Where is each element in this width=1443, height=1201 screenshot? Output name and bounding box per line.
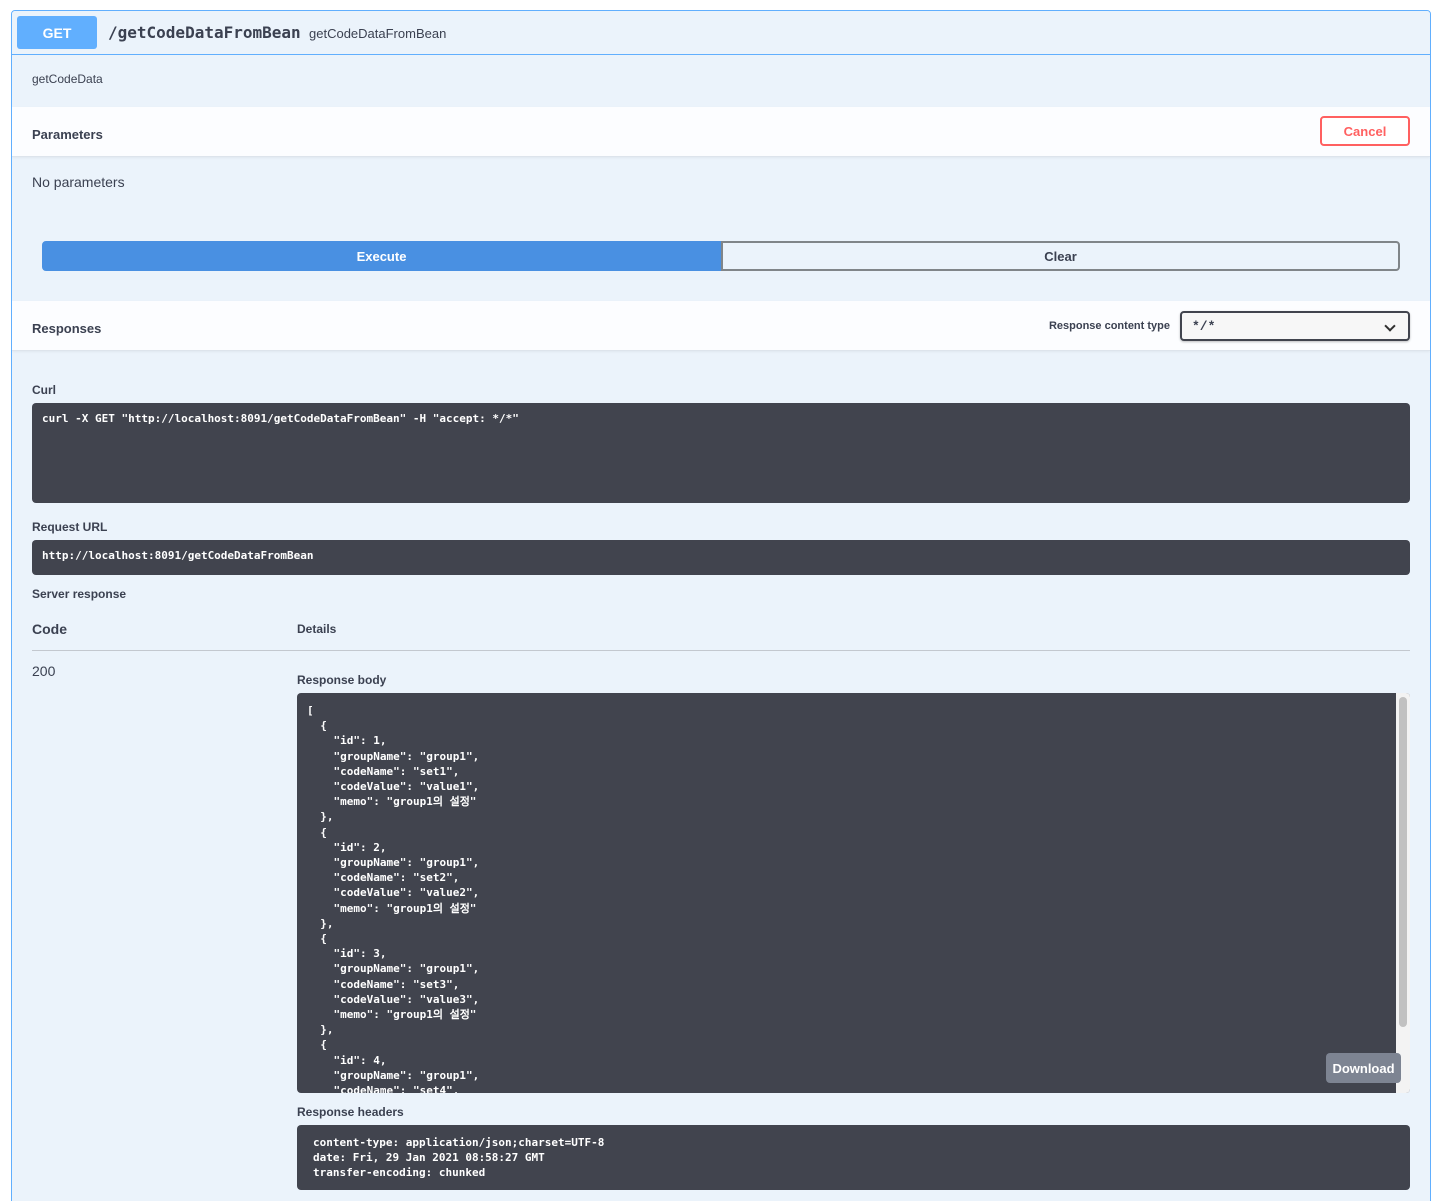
clear-button[interactable]: Clear <box>721 241 1400 271</box>
execute-wrapper: Execute Clear <box>42 241 1400 271</box>
execute-button[interactable]: Execute <box>42 241 721 271</box>
responses-title: Responses <box>32 321 102 336</box>
curl-command: curl -X GET "http://localhost:8091/getCo… <box>32 403 1410 503</box>
operation-block-get: GET /getCodeDataFromBean getCodeDataFrom… <box>11 10 1431 1201</box>
responses-header: Responses Response content type */* <box>12 301 1430 351</box>
response-body-label: Response body <box>297 673 387 687</box>
code-column-header: Code <box>32 621 67 637</box>
response-headers: content-type: application/json;charset=U… <box>297 1125 1410 1190</box>
response-content-type-select[interactable]: */* <box>1180 311 1410 341</box>
scrollbar-thumb[interactable] <box>1399 697 1407 1027</box>
parameters-header: Parameters Cancel <box>12 107 1430 157</box>
no-parameters-text: No parameters <box>32 174 125 190</box>
request-url-label: Request URL <box>32 520 108 534</box>
operation-path: /getCodeDataFromBean <box>108 23 301 42</box>
table-divider <box>32 650 1410 651</box>
response-body-scrollbar[interactable] <box>1396 693 1410 1093</box>
response-body-json: [ { "id": 1, "groupName": "group1", "cod… <box>307 704 480 1093</box>
parameters-title: Parameters <box>32 127 103 142</box>
response-content-type-label: Response content type <box>1048 320 1170 332</box>
operation-summary[interactable]: GET /getCodeDataFromBean getCodeDataFrom… <box>12 11 1430 55</box>
download-button[interactable]: Download <box>1326 1053 1401 1083</box>
chevron-down-icon <box>1384 320 1396 332</box>
cancel-button[interactable]: Cancel <box>1320 116 1410 146</box>
details-column-header: Details <box>297 622 337 636</box>
response-body[interactable]: [ { "id": 1, "groupName": "group1", "cod… <box>297 693 1410 1093</box>
response-content-type-value: */* <box>1192 318 1216 334</box>
response-headers-label: Response headers <box>297 1105 404 1119</box>
method-badge: GET <box>17 16 97 49</box>
request-url-value: http://localhost:8091/getCodeDataFromBea… <box>32 540 1410 575</box>
operation-summary-text: getCodeDataFromBean <box>309 26 447 41</box>
server-response-label: Server response <box>32 587 127 601</box>
curl-label: Curl <box>32 383 56 397</box>
response-code: 200 <box>32 663 56 679</box>
operation-description: getCodeData <box>32 72 103 86</box>
